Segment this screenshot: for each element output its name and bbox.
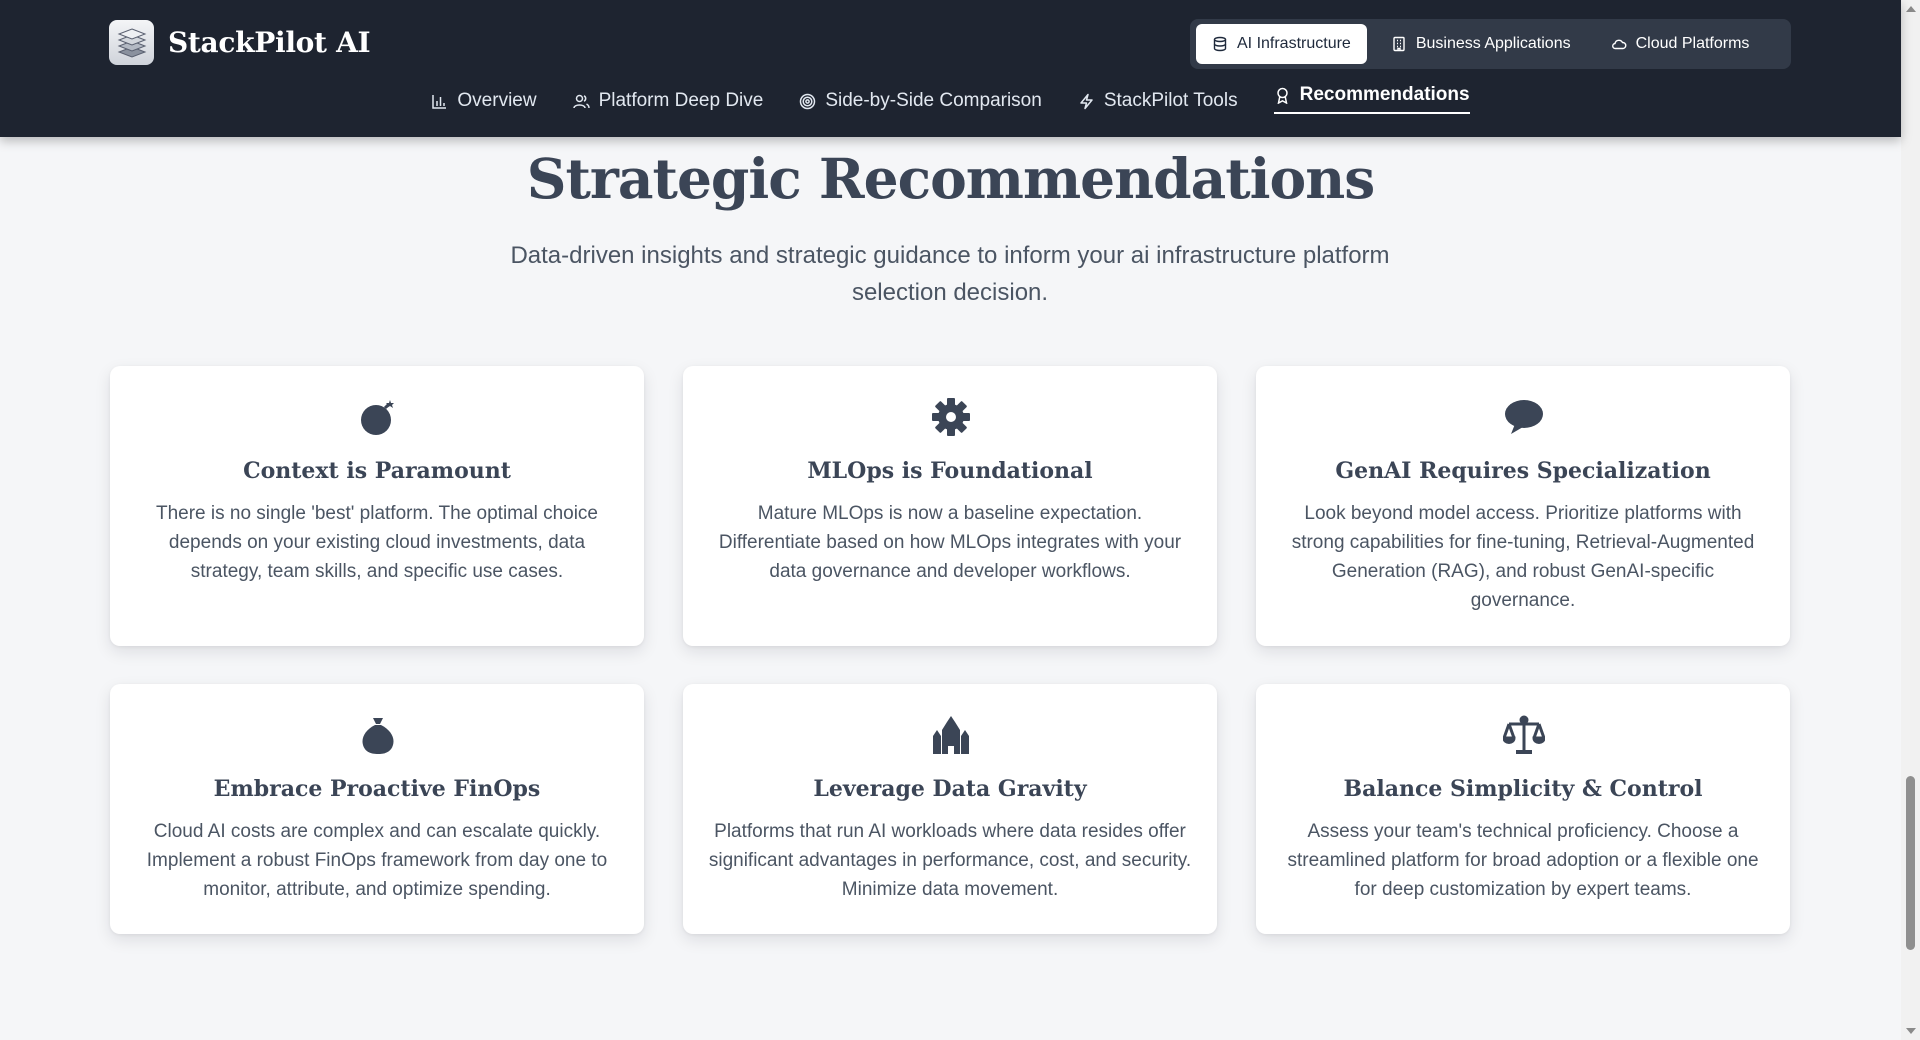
tab-label: StackPilot Tools bbox=[1103, 90, 1238, 111]
target-icon bbox=[800, 93, 816, 109]
scroll-down-arrow-icon[interactable] bbox=[1906, 1028, 1916, 1034]
building-icon bbox=[1393, 36, 1405, 52]
card-title: Leverage Data Gravity bbox=[813, 776, 1087, 802]
database-icon bbox=[1213, 36, 1227, 52]
tab-label: Side-by-Side Comparison bbox=[825, 90, 1042, 111]
card-title: Balance Simplicity & Control bbox=[1343, 776, 1703, 802]
tab-platform-deep-dive[interactable]: Platform Deep Dive bbox=[572, 84, 764, 120]
main-tabs: Overview Platform Deep Dive Side-by-Side… bbox=[0, 84, 1901, 124]
recommendation-card: MLOps is Foundational Mature MLOps is no… bbox=[683, 366, 1217, 646]
segment-label: Business Applications bbox=[1415, 35, 1571, 52]
recommendation-card: Context is Paramount There is no single … bbox=[110, 366, 644, 646]
card-body: Look beyond model access. Prioritize pla… bbox=[1291, 503, 1755, 611]
tab-label: Overview bbox=[457, 90, 537, 111]
award-icon bbox=[1276, 87, 1288, 104]
scroll-thumb[interactable] bbox=[1906, 776, 1915, 950]
recommendation-card: Embrace Proactive FinOps Cloud AI costs … bbox=[110, 684, 644, 934]
card-body: There is no single 'best' platform. The … bbox=[155, 503, 598, 582]
card-title: Embrace Proactive FinOps bbox=[213, 776, 541, 802]
money-bag-icon bbox=[357, 714, 399, 756]
platform-category-switcher: AI Infrastructure Business Applications … bbox=[1190, 19, 1791, 69]
tab-label: Recommendations bbox=[1299, 84, 1470, 105]
tab-recommendations[interactable]: Recommendations bbox=[1273, 80, 1470, 114]
page-scrollbar[interactable] bbox=[1901, 0, 1920, 1040]
segment-label: Cloud Platforms bbox=[1635, 35, 1750, 52]
segment-business-applications[interactable]: Business Applications bbox=[1375, 24, 1587, 64]
segment-label: AI Infrastructure bbox=[1237, 35, 1351, 52]
tab-label: Platform Deep Dive bbox=[598, 90, 764, 111]
users-icon bbox=[572, 94, 590, 108]
castle-icon bbox=[930, 714, 972, 756]
card-body: Assess your team's technical proficiency… bbox=[1287, 821, 1759, 900]
recommendation-card: GenAI Requires Specialization Look beyon… bbox=[1256, 366, 1790, 646]
cloud-icon bbox=[1611, 39, 1627, 50]
card-title: MLOps is Foundational bbox=[807, 458, 1093, 484]
card-title: Context is Paramount bbox=[243, 458, 511, 484]
card-title: GenAI Requires Specialization bbox=[1335, 458, 1711, 484]
brand[interactable]: StackPilot AI bbox=[109, 20, 371, 65]
tab-overview[interactable]: Overview bbox=[431, 84, 537, 120]
scales-icon bbox=[1503, 714, 1545, 756]
card-body: Platforms that run AI workloads where da… bbox=[708, 821, 1192, 900]
bomb-icon bbox=[357, 396, 399, 438]
page-title: Strategic Recommendations bbox=[526, 146, 1375, 211]
recommendation-card: Balance Simplicity & Control Assess your… bbox=[1256, 684, 1790, 934]
segment-ai-infrastructure[interactable]: AI Infrastructure bbox=[1196, 24, 1367, 64]
main-content: Strategic Recommendations Data-driven in… bbox=[0, 0, 1901, 1040]
top-header: StackPilot AI AI Infrastructure Business… bbox=[0, 0, 1901, 137]
tab-side-by-side-comparison[interactable]: Side-by-Side Comparison bbox=[799, 84, 1042, 120]
brand-name: StackPilot AI bbox=[168, 26, 371, 59]
gear-icon bbox=[930, 396, 972, 438]
card-body: Cloud AI costs are complex and can escal… bbox=[146, 821, 608, 900]
stack-logo-icon bbox=[109, 20, 154, 65]
scroll-up-arrow-icon[interactable] bbox=[1906, 6, 1916, 12]
tab-stackpilot-tools[interactable]: StackPilot Tools bbox=[1078, 84, 1238, 120]
card-body: Mature MLOps is now a baseline expectati… bbox=[718, 503, 1182, 582]
bar-chart-icon bbox=[432, 94, 447, 109]
recommendation-card: Leverage Data Gravity Platforms that run… bbox=[683, 684, 1217, 934]
lightning-icon bbox=[1080, 93, 1093, 109]
page-subtitle: Data-driven insights and strategic guida… bbox=[510, 242, 1390, 306]
speech-bubble-icon bbox=[1503, 396, 1545, 438]
segment-cloud-platforms[interactable]: Cloud Platforms bbox=[1595, 24, 1766, 64]
